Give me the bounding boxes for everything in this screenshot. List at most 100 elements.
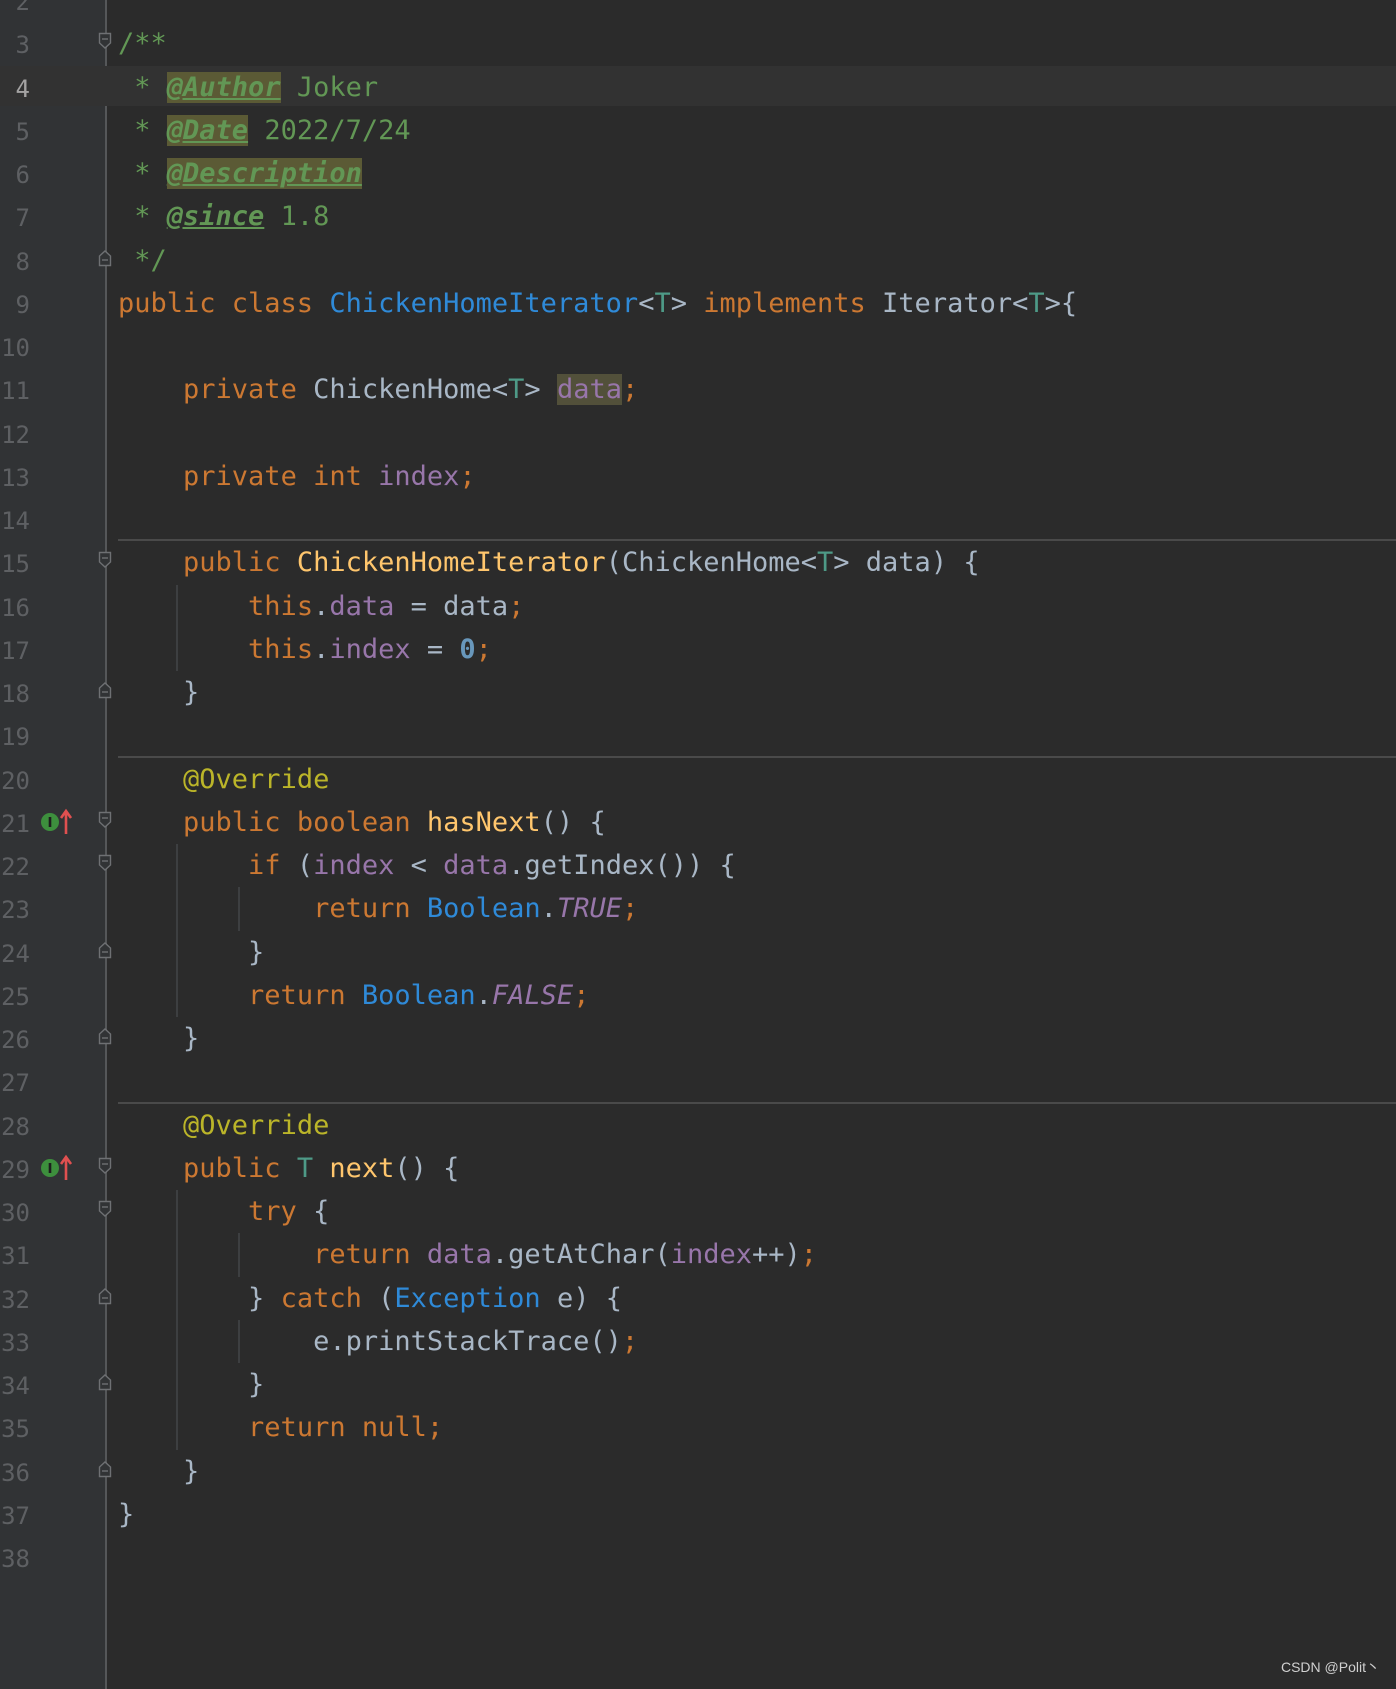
implements-method-icon[interactable] — [40, 1153, 76, 1183]
fold-close-icon[interactable] — [98, 249, 112, 267]
code-line[interactable]: 3 /** — [0, 22, 1396, 62]
code-line[interactable]: 5 * @Date 2022/7/24 — [0, 109, 1396, 149]
code-area[interactable]: 2 3 /** 4 * @Author Joker 5 * @Date 2022/7/2… — [0, 0, 1396, 1689]
code-line[interactable]: 7 * @since 1.8 — [0, 195, 1396, 235]
fold-open-icon[interactable] — [98, 854, 112, 872]
code-line[interactable]: 2 — [0, 0, 1396, 19]
code-line[interactable]: 16 this.data = data; — [0, 585, 1396, 625]
code-line[interactable]: 12 — [0, 412, 1396, 452]
code-text[interactable]: } — [118, 1456, 199, 1488]
code-line[interactable]: 19 — [0, 714, 1396, 754]
code-text[interactable]: @Override — [118, 764, 329, 796]
implements-method-icon[interactable] — [40, 807, 76, 837]
code-text[interactable]: * @since 1.8 — [118, 201, 329, 233]
fold-open-icon[interactable] — [98, 32, 112, 50]
code-text[interactable]: public class ChickenHomeIterator<T> impl… — [118, 288, 1077, 320]
code-text[interactable]: return null; — [118, 1412, 443, 1444]
fold-close-icon[interactable] — [98, 681, 112, 699]
code-line[interactable]: 10 — [0, 325, 1396, 365]
code-text[interactable]: } — [118, 1369, 264, 1401]
code-line[interactable]: 34 } — [0, 1363, 1396, 1403]
code-text[interactable]: return Boolean.FALSE; — [118, 980, 589, 1012]
code-line[interactable]: 15 public ChickenHomeIterator(ChickenHom… — [0, 541, 1396, 581]
code-text[interactable]: @Override — [118, 1110, 329, 1142]
line-number: 16 — [1, 593, 30, 622]
code-line[interactable]: 4 * @Author Joker — [0, 65, 1396, 106]
fold-open-icon[interactable] — [98, 1157, 112, 1175]
code-line[interactable]: 29 public T next() { — [0, 1147, 1396, 1187]
code-line[interactable]: 25 return Boolean.FALSE; — [0, 974, 1396, 1014]
line-number: 3 — [15, 31, 30, 60]
code-text[interactable]: try { — [118, 1196, 329, 1228]
code-editor[interactable]: 2 3 /** 4 * @Author Joker 5 * @Date 2022/7/2… — [0, 0, 1396, 1689]
code-line[interactable]: 23 return Boolean.TRUE; — [0, 887, 1396, 927]
code-line[interactable]: 33 e.printStackTrace(); — [0, 1320, 1396, 1360]
code-token: public — [183, 547, 297, 579]
code-token: TRUE — [556, 893, 622, 925]
code-line[interactable]: 24 } — [0, 931, 1396, 971]
code-text[interactable]: e.printStackTrace(); — [118, 1326, 638, 1358]
code-line[interactable]: 38 — [0, 1536, 1396, 1576]
code-text[interactable]: if (index < data.getIndex()) { — [118, 850, 736, 882]
code-text[interactable]: private int index; — [118, 461, 476, 493]
code-text[interactable]: private ChickenHome<T> data; — [118, 374, 638, 406]
code-text[interactable]: * @Author Joker — [118, 71, 378, 104]
code-line[interactable]: 22 if (index < data.getIndex()) { — [0, 844, 1396, 884]
fold-close-icon[interactable] — [98, 1027, 112, 1045]
code-line[interactable]: 11 private ChickenHome<T> data; — [0, 368, 1396, 408]
code-line[interactable]: 36 } — [0, 1450, 1396, 1490]
code-text[interactable]: this.index = 0; — [118, 634, 492, 666]
code-line[interactable]: 26 } — [0, 1017, 1396, 1057]
code-line[interactable]: 28 @Override — [0, 1104, 1396, 1144]
code-token: 1.8 — [264, 201, 330, 233]
code-line[interactable]: 37} — [0, 1493, 1396, 1533]
code-line[interactable]: 17 this.index = 0; — [0, 628, 1396, 668]
code-line[interactable]: 27 — [0, 1060, 1396, 1100]
code-token: @since — [166, 201, 265, 233]
fold-open-icon[interactable] — [98, 811, 112, 829]
code-text[interactable]: this.data = data; — [118, 591, 524, 623]
code-token: ; — [800, 1239, 818, 1271]
code-token: . — [475, 979, 492, 1011]
code-text[interactable]: return Boolean.TRUE; — [118, 893, 638, 925]
code-line[interactable]: 30 try { — [0, 1190, 1396, 1230]
code-line[interactable]: 35 return null; — [0, 1406, 1396, 1446]
code-text[interactable]: } — [118, 1023, 199, 1055]
code-line[interactable]: 9 public class ChickenHomeIterator<T> imp… — [0, 282, 1396, 322]
code-text[interactable]: * @Date 2022/7/24 — [118, 114, 411, 147]
code-text[interactable]: } — [118, 677, 199, 709]
code-line[interactable]: 21 public boolean hasNext() { — [0, 801, 1396, 841]
code-text[interactable]: } — [118, 937, 264, 969]
fold-close-icon[interactable] — [98, 1287, 112, 1305]
code-text[interactable]: public ChickenHomeIterator(ChickenHome<T… — [118, 547, 980, 579]
code-token: T — [817, 547, 834, 579]
indent-guide — [238, 887, 240, 931]
code-text[interactable]: /** — [118, 28, 167, 60]
code-line[interactable]: 8 */ — [0, 239, 1396, 279]
fold-open-icon[interactable] — [98, 551, 112, 569]
code-token: ; — [459, 460, 476, 492]
code-line[interactable]: 31 return data.getAtChar(index++); — [0, 1233, 1396, 1273]
code-line[interactable]: 18 } — [0, 671, 1396, 711]
code-line[interactable]: 14 — [0, 498, 1396, 538]
code-line[interactable]: 6 * @Description — [0, 152, 1396, 192]
fold-close-icon[interactable] — [98, 1460, 112, 1478]
fold-open-icon[interactable] — [98, 1200, 112, 1218]
code-text[interactable]: public boolean hasNext() { — [118, 807, 606, 839]
code-text[interactable]: public T next() { — [118, 1153, 459, 1185]
code-text[interactable]: return data.getAtChar(index++); — [118, 1239, 817, 1271]
code-text[interactable]: } catch (Exception e) { — [118, 1283, 622, 1315]
code-text[interactable]: */ — [118, 245, 167, 277]
code-text[interactable]: } — [118, 1499, 134, 1531]
code-text[interactable]: * @Description — [118, 158, 362, 190]
code-line[interactable]: 32 } catch (Exception e) { — [0, 1277, 1396, 1317]
code-line[interactable]: 13 private int index; — [0, 455, 1396, 495]
fold-close-icon[interactable] — [98, 941, 112, 959]
code-line[interactable]: 20 @Override — [0, 758, 1396, 798]
watermark: CSDN @Polit丶 — [1280, 1659, 1380, 1675]
fold-close-icon[interactable] — [98, 1373, 112, 1391]
